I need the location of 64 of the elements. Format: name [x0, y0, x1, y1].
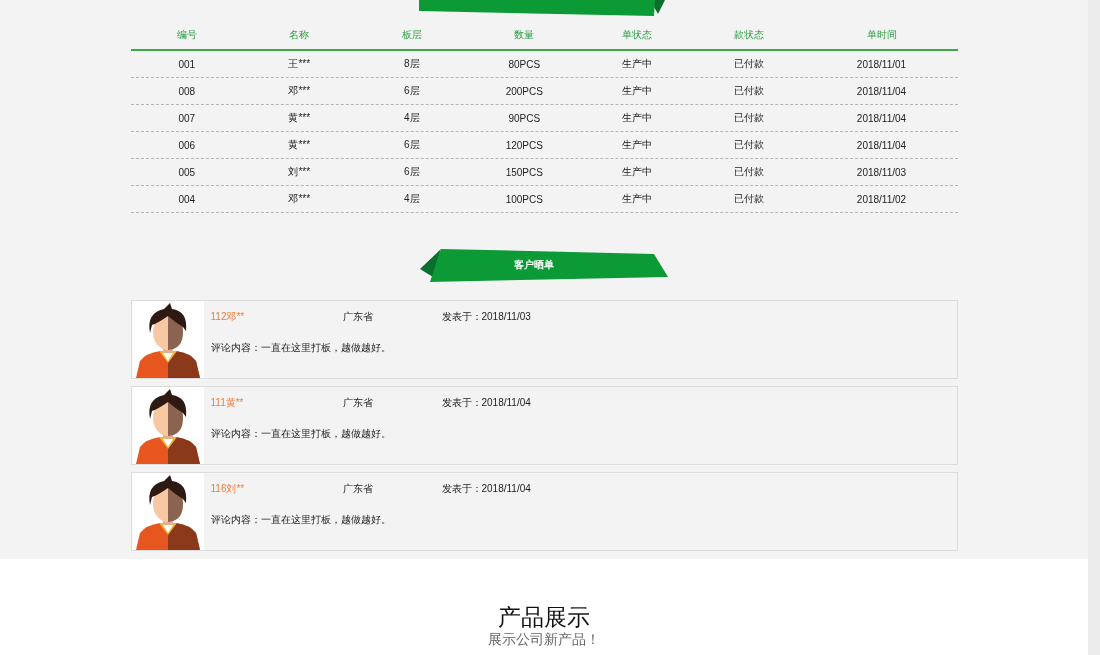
- reviewer-name: 116刘**: [210, 482, 246, 496]
- table-cell: 生产中: [621, 165, 652, 179]
- province-text: 广东省: [342, 482, 374, 496]
- reviewer-name: 111黄**: [210, 396, 245, 410]
- table-cell: 001: [178, 58, 196, 70]
- table-cell: 2018/11/04: [856, 85, 907, 97]
- table-cell: 2018/11/02: [856, 193, 907, 205]
- table-cell: 006: [178, 139, 196, 151]
- table-cell: 已付款: [734, 138, 765, 152]
- column-header: 单状态: [621, 28, 652, 42]
- table-cell: 150PCS: [505, 166, 543, 178]
- province-text: 广东省: [342, 310, 374, 324]
- column-header: 数量: [514, 28, 535, 42]
- table-cell: 2018/11/01: [856, 58, 907, 70]
- table-cell: 2018/11/03: [856, 166, 907, 178]
- column-header: 编号: [176, 28, 197, 42]
- province-text: 广东省: [342, 396, 374, 410]
- table-cell: 6层: [403, 165, 420, 179]
- table-cell: 6层: [403, 138, 420, 152]
- table-cell: 已付款: [734, 165, 765, 179]
- section-heading: 产品展示: [498, 604, 590, 630]
- column-header: 板层: [401, 28, 422, 42]
- table-cell: 已付款: [734, 192, 765, 206]
- table-cell: 已付款: [734, 111, 765, 125]
- section-title: 客户晒单: [514, 258, 554, 272]
- table-cell: 黄***: [288, 111, 311, 125]
- table-cell: 4层: [403, 192, 420, 206]
- table-cell: 2018/11/04: [856, 139, 907, 151]
- table-cell: 生产中: [621, 57, 652, 71]
- column-header: 款状态: [734, 28, 765, 42]
- comment-text: 评论内容：一直在这里打板，越做越好。: [210, 427, 392, 441]
- table-cell: 008: [178, 85, 196, 97]
- table-cell: 200PCS: [505, 85, 543, 97]
- table-cell: 生产中: [621, 84, 652, 98]
- table-cell: 004: [178, 193, 196, 205]
- table-cell: 005: [178, 166, 196, 178]
- comment-text: 评论内容：一直在这里打板，越做越好。: [210, 513, 392, 527]
- table-cell: 生产中: [621, 192, 652, 206]
- table-cell: 刘***: [288, 165, 311, 179]
- reviewer-name: 112邓**: [210, 310, 246, 324]
- table-cell: 80PCS: [508, 58, 541, 70]
- table-cell: 90PCS: [508, 112, 541, 124]
- column-header: 单时间: [866, 28, 897, 42]
- table-cell: 007: [178, 112, 196, 124]
- table-cell: 2018/11/04: [856, 112, 907, 124]
- table-cell: 120PCS: [505, 139, 543, 151]
- table-cell: 邓***: [288, 192, 311, 206]
- table-cell: 100PCS: [505, 193, 543, 205]
- table-cell: 已付款: [734, 84, 765, 98]
- table-cell: 邓***: [288, 84, 311, 98]
- table-cell: 王***: [288, 57, 311, 71]
- post-date: 发表于：2018/11/04: [441, 396, 531, 410]
- table-cell: 4层: [403, 111, 420, 125]
- column-header: 名称: [289, 28, 310, 42]
- section-subtitle: 展示公司新产品！: [488, 630, 600, 648]
- table-cell: 已付款: [734, 57, 765, 71]
- table-cell: 生产中: [621, 138, 652, 152]
- comment-text: 评论内容：一直在这里打板，越做越好。: [210, 341, 392, 355]
- table-cell: 黄***: [288, 138, 311, 152]
- table-cell: 6层: [403, 84, 420, 98]
- table-cell: 生产中: [621, 111, 652, 125]
- post-date: 发表于：2018/11/03: [441, 310, 531, 324]
- table-cell: 8层: [403, 57, 420, 71]
- post-date: 发表于：2018/11/04: [441, 482, 531, 496]
